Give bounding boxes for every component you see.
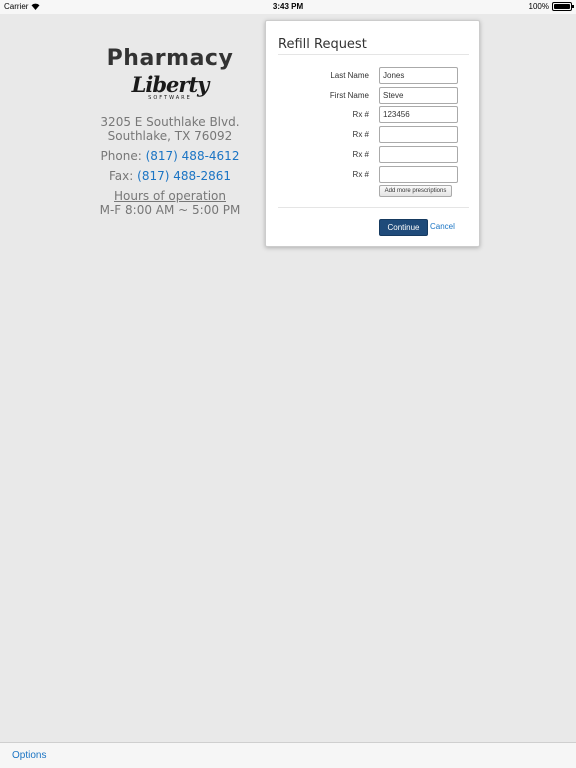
battery-fill	[554, 4, 570, 9]
rx-label-3: Rx #	[352, 150, 369, 159]
logo-word: Liberty	[131, 72, 210, 97]
bottom-toolbar: Options	[0, 742, 576, 768]
first-name-label: First Name	[329, 91, 369, 100]
battery-icon	[552, 2, 574, 11]
rx-input-3[interactable]	[379, 146, 458, 163]
hours-of-operation-link[interactable]: Hours of operation	[90, 189, 250, 203]
pharmacy-info: Pharmacy Liberty SOFTWARE 3205 E Southla…	[90, 46, 250, 217]
rx-input-1[interactable]	[379, 106, 458, 123]
rx-row-2: Rx #	[266, 126, 481, 144]
address: 3205 E Southlake Blvd. Southlake, TX 760…	[90, 115, 250, 143]
rx-input-2[interactable]	[379, 126, 458, 143]
battery-indicator: 100%	[528, 2, 574, 11]
hours-value: M-F 8:00 AM ~ 5:00 PM	[99, 203, 241, 217]
fax-label: Fax:	[109, 169, 134, 183]
rx-input-4[interactable]	[379, 166, 458, 183]
rx-row-4: Rx #	[266, 166, 481, 184]
rx-label-4: Rx #	[352, 170, 369, 179]
battery-percent: 100%	[528, 2, 549, 11]
cancel-link[interactable]: Cancel	[430, 222, 455, 231]
panel-divider-bottom	[278, 207, 469, 208]
continue-button[interactable]: Continue	[379, 219, 428, 236]
rx-row-1: Rx #	[266, 106, 481, 124]
refill-request-panel: Refill Request Last Name First Name Rx #…	[265, 20, 480, 247]
liberty-logo: Liberty SOFTWARE	[131, 72, 210, 101]
phone-link[interactable]: (817) 488-4612	[146, 149, 240, 163]
last-name-label: Last Name	[330, 71, 369, 80]
last-name-input[interactable]	[379, 67, 458, 84]
add-more-prescriptions-button[interactable]: Add more prescriptions	[379, 185, 452, 197]
fax-link[interactable]: (817) 488-2861	[137, 169, 231, 183]
phone-label: Phone:	[100, 149, 142, 163]
last-name-row: Last Name	[266, 67, 481, 85]
first-name-input[interactable]	[379, 87, 458, 104]
pharmacy-title: Pharmacy	[106, 46, 234, 71]
address-line1: 3205 E Southlake Blvd.	[100, 115, 240, 129]
status-time: 3:43 PM	[272, 2, 304, 11]
panel-title: Refill Request	[278, 37, 367, 52]
rx-row-3: Rx #	[266, 146, 481, 164]
rx-label-1: Rx #	[352, 110, 369, 119]
options-button[interactable]: Options	[12, 750, 46, 761]
first-name-row: First Name	[266, 87, 481, 105]
address-line2: Southlake, TX 76092	[107, 129, 233, 143]
phone-row: Phone: (817) 488-4612	[90, 149, 250, 163]
panel-divider	[278, 54, 469, 55]
fax-row: Fax: (817) 488-2861	[90, 169, 250, 183]
rx-label-2: Rx #	[352, 130, 369, 139]
status-bar: Carrier 3:43 PM 100%	[0, 0, 576, 14]
